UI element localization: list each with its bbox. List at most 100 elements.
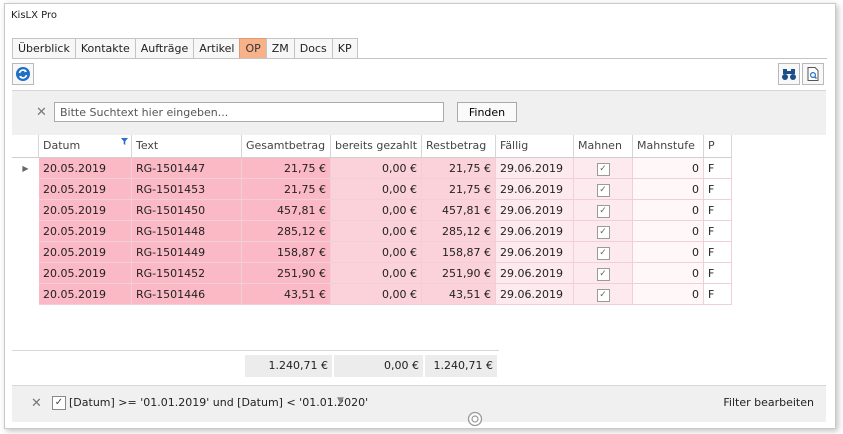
cell-faellig[interactable]: 29.06.2019 [496,179,574,200]
tab-ueberblick[interactable]: Überblick [12,38,76,58]
table-row[interactable]: ▶ 20.05.2019 RG-1501447 21,75 €0,00 €21,75 … [12,158,732,179]
tab-zm[interactable]: ZM [265,38,295,58]
cell-text[interactable]: RG-1501453 [132,179,242,200]
tab-kontakte[interactable]: Kontakte [74,38,136,58]
cell-mahnstufe[interactable]: 0 [633,200,704,221]
cell-faellig[interactable]: 29.06.2019 [496,242,574,263]
edit-filter-link[interactable]: Filter bearbeiten [723,396,814,409]
cell-gesamtbetrag[interactable]: 285,12 € [242,221,331,242]
mahnen-checkbox[interactable]: ✓ [596,246,610,260]
cell-mahnstufe[interactable]: 0 [633,221,704,242]
tab-artikel[interactable]: Artikel [193,38,241,58]
cell-text[interactable]: RG-1501448 [132,221,242,242]
cell-faellig[interactable]: 29.06.2019 [496,263,574,284]
mahnen-checkbox[interactable]: ✓ [596,288,610,302]
cell-text[interactable]: RG-1501450 [132,200,242,221]
clear-filter-icon[interactable]: ✕ [31,396,42,411]
cell-p[interactable]: F [704,284,732,305]
chevron-down-icon[interactable]: ▼ [337,396,344,406]
cell-bereits-gezahlt[interactable]: 0,00 € [331,221,422,242]
refresh-button[interactable] [12,63,34,85]
cell-faellig[interactable]: 29.06.2019 [496,284,574,305]
find-button[interactable]: Finden [457,102,517,122]
cell-faellig[interactable]: 29.06.2019 [496,221,574,242]
search-toggle-button[interactable] [778,63,800,85]
cell-mahnen[interactable]: ✓ [574,179,633,200]
col-header-gesamtbetrag[interactable]: Gesamtbetrag [242,135,331,157]
cell-datum[interactable]: 20.05.2019 [39,284,132,305]
col-header-mahnstufe[interactable]: Mahnstufe [633,135,704,157]
cell-gesamtbetrag[interactable]: 158,87 € [242,242,331,263]
cell-gesamtbetrag[interactable]: 21,75 € [242,179,331,200]
zoom-page-button[interactable] [802,63,824,85]
cell-restbetrag[interactable]: 285,12 € [422,221,496,242]
cell-bereits-gezahlt[interactable]: 0,00 € [331,179,422,200]
cell-datum[interactable]: 20.05.2019 [39,221,132,242]
mahnen-checkbox[interactable]: ✓ [596,204,610,218]
cell-mahnstufe[interactable]: 0 [633,158,704,179]
cell-mahnen[interactable]: ✓ [574,242,633,263]
mahnen-checkbox[interactable]: ✓ [596,162,610,176]
cell-p[interactable]: F [704,158,732,179]
cell-gesamtbetrag[interactable]: 43,51 € [242,284,331,305]
cell-datum[interactable]: 20.05.2019 [39,158,132,179]
filter-icon[interactable] [121,138,128,145]
cell-restbetrag[interactable]: 158,87 € [422,242,496,263]
cell-mahnen[interactable]: ✓ [574,284,633,305]
filter-enabled-checkbox[interactable]: ✓ [52,396,66,410]
cell-restbetrag[interactable]: 43,51 € [422,284,496,305]
table-row[interactable]: 20.05.2019 RG-1501453 21,75 €0,00 €21,75 €… [12,179,732,200]
cell-faellig[interactable]: 29.06.2019 [496,200,574,221]
cell-p[interactable]: F [704,263,732,284]
cell-gesamtbetrag[interactable]: 21,75 € [242,158,331,179]
close-search-icon[interactable]: ✕ [36,105,47,120]
mahnen-checkbox[interactable]: ✓ [596,267,610,281]
col-header-faellig[interactable]: Fällig [496,135,574,157]
cell-faellig[interactable]: 29.06.2019 [496,158,574,179]
cell-restbetrag[interactable]: 251,90 € [422,263,496,284]
col-header-p[interactable]: P [704,135,732,157]
cell-datum[interactable]: 20.05.2019 [39,179,132,200]
tab-auftraege[interactable]: Aufträge [134,38,195,58]
cell-mahnen[interactable]: ✓ [574,263,633,284]
search-input[interactable] [54,102,444,122]
cell-gesamtbetrag[interactable]: 251,90 € [242,263,331,284]
filter-expression[interactable]: [Datum] >= '01.01.2019' und [Datum] < '0… [69,396,368,409]
tab-docs[interactable]: Docs [293,38,333,58]
cell-text[interactable]: RG-1501446 [132,284,242,305]
col-header-bereits-gezahlt[interactable]: bereits gezahlt [331,135,422,157]
cell-datum[interactable]: 20.05.2019 [39,242,132,263]
mahnen-checkbox[interactable]: ✓ [596,183,610,197]
cell-bereits-gezahlt[interactable]: 0,00 € [331,158,422,179]
cell-p[interactable]: F [704,179,732,200]
cell-bereits-gezahlt[interactable]: 0,00 € [331,200,422,221]
table-row[interactable]: 20.05.2019 RG-1501452 251,90 €0,00 €251,90… [12,263,732,284]
cell-mahnstufe[interactable]: 0 [633,179,704,200]
cell-restbetrag[interactable]: 21,75 € [422,179,496,200]
table-row[interactable]: 20.05.2019 RG-1501450 457,81 €0,00 €457,81… [12,200,732,221]
cell-mahnstufe[interactable]: 0 [633,263,704,284]
col-header-text[interactable]: Text [132,135,242,157]
tab-kp[interactable]: KP [331,38,358,58]
mahnen-checkbox[interactable]: ✓ [596,225,610,239]
table-row[interactable]: 20.05.2019 RG-1501448 285,12 €0,00 €285,12… [12,221,732,242]
cell-gesamtbetrag[interactable]: 457,81 € [242,200,331,221]
cell-bereits-gezahlt[interactable]: 0,00 € [331,284,422,305]
cell-datum[interactable]: 20.05.2019 [39,263,132,284]
cell-text[interactable]: RG-1501449 [132,242,242,263]
cell-mahnen[interactable]: ✓ [574,221,633,242]
cell-mahnstufe[interactable]: 0 [633,242,704,263]
col-header-datum[interactable]: Datum [39,135,132,157]
cell-bereits-gezahlt[interactable]: 0,00 € [331,242,422,263]
cell-p[interactable]: F [704,221,732,242]
cell-p[interactable]: F [704,200,732,221]
col-header-restbetrag[interactable]: Restbetrag [422,135,496,157]
cell-bereits-gezahlt[interactable]: 0,00 € [331,263,422,284]
cell-mahnstufe[interactable]: 0 [633,284,704,305]
table-row[interactable]: 20.05.2019 RG-1501446 43,51 €0,00 €43,51 €… [12,284,732,305]
col-header-mahnen[interactable]: Mahnen [574,135,633,157]
resize-grip-icon[interactable] [466,410,484,428]
cell-text[interactable]: RG-1501452 [132,263,242,284]
cell-mahnen[interactable]: ✓ [574,158,633,179]
cell-datum[interactable]: 20.05.2019 [39,200,132,221]
